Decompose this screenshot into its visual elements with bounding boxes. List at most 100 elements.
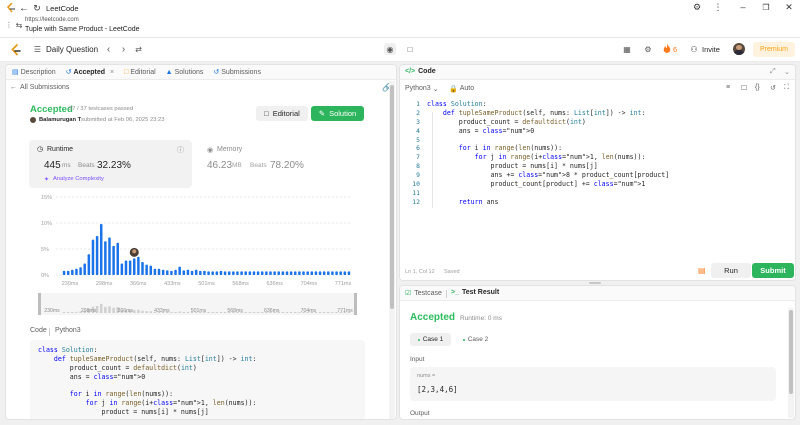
braces-icon[interactable]: {} (755, 84, 760, 91)
navigator-bar (149, 311, 153, 313)
console-scrollbar[interactable] (788, 308, 794, 418)
reset-icon[interactable]: ↺ (770, 84, 776, 92)
leetcode-logo-icon[interactable] (10, 44, 21, 56)
code-line: for j in range(i+class="num">1, len(nums… (85, 399, 257, 408)
all-submissions-link[interactable]: ← All Submissions (10, 84, 69, 91)
browser-tab-title[interactable]: LeetCode (46, 4, 79, 13)
close-window-icon[interactable]: ✕ (784, 2, 794, 13)
left-tab-bar: ▤ Description ↺ Accepted × □ Editorial ▲ Solu… (6, 65, 396, 80)
chart-bar (75, 268, 78, 275)
tab-testcase[interactable]: ☑ Testcase (405, 289, 442, 298)
tab-description[interactable]: ▤ Description (12, 68, 56, 77)
navigator-bar (211, 312, 214, 313)
next-problem-icon[interactable]: › (119, 43, 128, 55)
result-status: Accepted (410, 312, 456, 323)
code-line: for j in range(i+class="num">1, len(nums… (474, 153, 646, 162)
line-number: 12 (412, 197, 420, 206)
streak-fire-icon[interactable] (663, 44, 671, 54)
maximize-panel-icon[interactable]: ⤢ (770, 68, 776, 76)
format-icon[interactable]: ≡ (726, 84, 730, 91)
site-settings-icon[interactable]: ⇆ (15, 21, 23, 30)
terminal-icon: >_ (451, 289, 459, 296)
left-scrollbar[interactable] (389, 81, 395, 419)
chart-bar (190, 270, 194, 275)
chart-bar (71, 269, 74, 275)
tab-accepted[interactable]: ↺ Accepted × (66, 68, 114, 77)
runtime-label: Runtime (47, 146, 74, 153)
code-tab[interactable]: </> Code (405, 68, 436, 75)
console-panel: ☑ Testcase >_ Test Result Accepted Runtime… (399, 285, 796, 420)
chart-bar (240, 271, 243, 275)
settings-gear-icon[interactable]: ⚙ (643, 44, 653, 54)
app-logo-icon (6, 2, 16, 13)
bookmark-icon[interactable]: ☐ (741, 84, 747, 92)
editorial-button[interactable]: □ Editorial (256, 106, 308, 121)
url-text[interactable]: https://leetcode.com (25, 17, 79, 23)
back-arrow-icon: ← (10, 84, 17, 91)
panel-resize-handle[interactable] (589, 282, 601, 284)
navigator-bar (289, 312, 293, 313)
case-2-tab[interactable]: Case 2 (455, 333, 496, 346)
tab-submissions[interactable]: ↺ Submissions (213, 68, 261, 77)
more-menu-icon[interactable]: ⋮ (713, 2, 723, 13)
runtime-distribution-chart[interactable]: 15% 10% 5% 0% 230ms 298ms 366ms 433ms 501ms 568ms… (6, 191, 391, 319)
chart-bar (331, 271, 334, 275)
extension-icon[interactable]: ⚙ (692, 2, 702, 13)
tab-test-result[interactable]: >_ Test Result (451, 289, 499, 296)
analyze-complexity-link[interactable]: Analyze Complexity (53, 176, 104, 182)
debug-icon[interactable]: ◉ (384, 43, 396, 55)
runtime-card[interactable]: ◷ Runtime ⓘ 445 ms Beats 32.23% ✦ Analyz… (29, 140, 192, 188)
premium-button[interactable]: Premium (753, 42, 795, 57)
chart-bar (108, 237, 111, 275)
collapse-panel-icon[interactable]: ⌄ (784, 68, 790, 76)
solution-button[interactable]: ✎ Solution (311, 106, 364, 121)
navigator-bar (186, 312, 190, 313)
submit-button[interactable]: Submit (752, 263, 794, 278)
maximize-icon[interactable]: ❐ (761, 2, 771, 13)
code-editor[interactable]: class Solution: def tupleSameProduct(sel… (427, 100, 787, 207)
invite-button[interactable]: Invite (702, 45, 720, 54)
memory-unit: MB (232, 162, 242, 169)
submitter-name[interactable]: Balamurugan T (39, 117, 81, 123)
layout-icon[interactable]: ▦ (622, 44, 632, 54)
fullscreen-icon[interactable]: ⛶ (784, 84, 789, 92)
site-menu-icon[interactable]: ⋮ (5, 21, 13, 29)
shuffle-icon[interactable]: ⇄ (134, 44, 143, 55)
chart-bar (335, 271, 338, 275)
language-select[interactable]: Python3 ⌄ (405, 85, 439, 93)
minimize-icon[interactable]: – (738, 1, 748, 12)
navigator-bar (174, 312, 177, 313)
tab-solutions[interactable]: ▲ Solutions (166, 69, 204, 76)
tab-editorial[interactable]: □ Editorial (124, 69, 156, 76)
y-tick-label: 10% (41, 221, 52, 227)
prev-problem-icon[interactable]: ‹ (104, 43, 113, 55)
line-number: 9 (416, 171, 420, 180)
chart-bar (232, 271, 235, 275)
avatar[interactable] (733, 43, 745, 55)
code-editor-panel: </> Code ⤢ ⌄ Python3 ⌄ 🔒 Auto ≡ ☐ {} ↺ ⛶ 12… (399, 64, 796, 281)
case-1-tab[interactable]: Case 1 (410, 333, 451, 346)
run-button[interactable]: Run (711, 263, 751, 278)
info-icon[interactable]: ⓘ (177, 145, 184, 155)
memory-beats-label: Beats (250, 162, 267, 169)
code-line: class Solution: (427, 100, 487, 108)
browser-chrome: ← ↻ LeetCode ⚙ ⋮ – ❐ ✕ ⋮ ⇆ https://leetc… (0, 0, 800, 38)
daily-question-label[interactable]: Daily Question (46, 45, 98, 54)
navigator-bar (285, 312, 289, 313)
close-tab-icon[interactable]: × (110, 69, 114, 76)
navigator-bar (318, 312, 322, 313)
auto-mode-toggle[interactable]: 🔒 Auto (449, 85, 474, 93)
navigator-bar (66, 312, 70, 313)
code-line: ans = class="num">0 (38, 372, 146, 381)
navigator-tick-label: 771ms (337, 308, 353, 314)
upload-icon[interactable]: ▤ (698, 266, 706, 275)
navigator-tick-label: 636ms (264, 308, 280, 314)
navigator-handle-right (354, 293, 357, 315)
add-user-icon[interactable]: ⚇ (689, 44, 699, 54)
problem-list-icon[interactable]: ☰ (33, 45, 42, 54)
reload-icon[interactable]: ↻ (32, 3, 42, 13)
back-arrow-icon[interactable]: ← (19, 3, 29, 14)
x-tick-label: 366ms (130, 281, 147, 287)
navigator-bar (99, 303, 103, 313)
notes-icon[interactable]: □ (404, 43, 416, 55)
